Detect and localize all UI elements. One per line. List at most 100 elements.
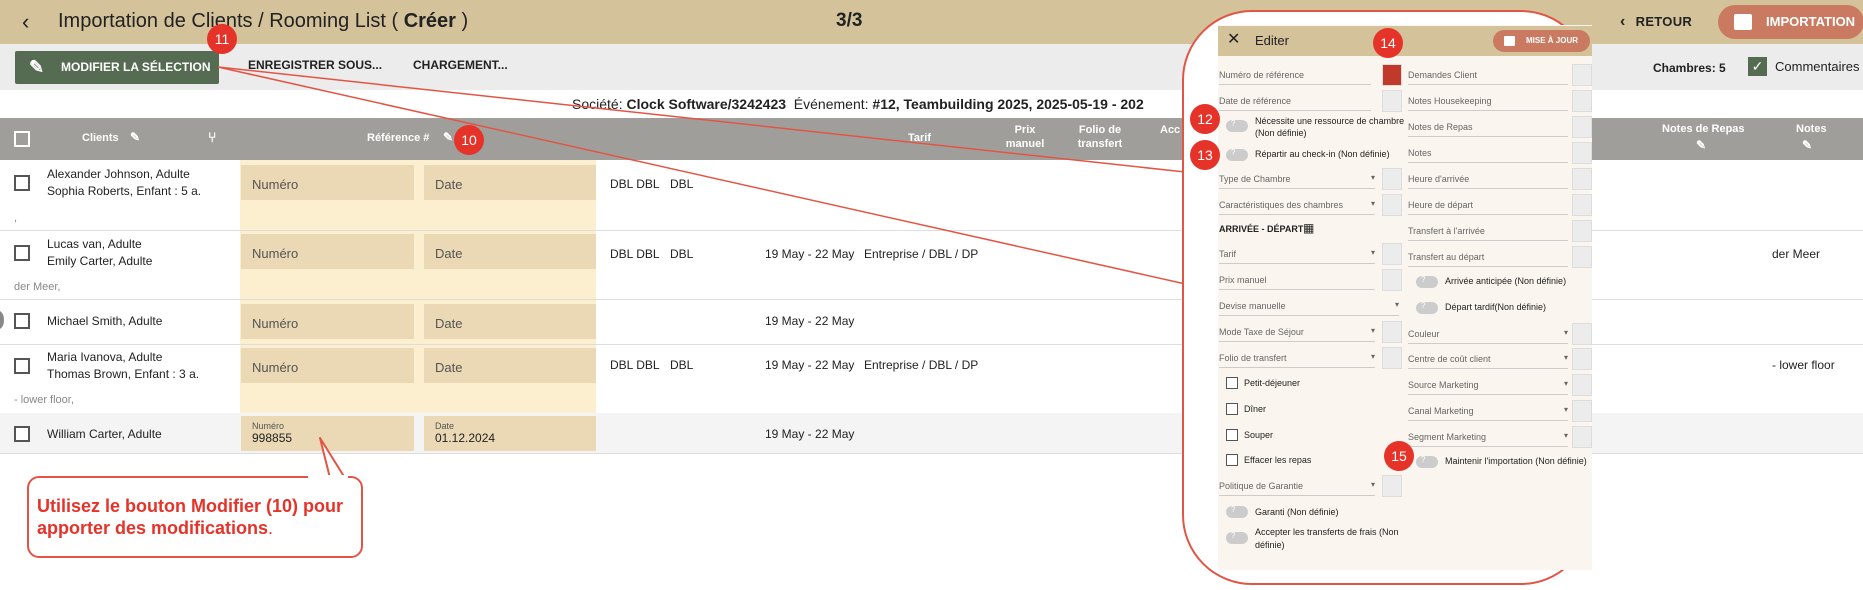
marker-15: 15 — [1384, 441, 1414, 471]
arrival-time-field[interactable]: Heure d'arrivée — [1408, 174, 1469, 184]
field-underline — [1219, 188, 1375, 189]
guaranteed-label: Garanti (Non définie) — [1255, 507, 1339, 517]
manual-currency-select[interactable]: Devise manuelle — [1219, 300, 1399, 311]
housekeeping-notes-field[interactable]: Notes Housekeeping — [1408, 96, 1492, 106]
ref-number-field[interactable]: Numéro de référence — [1219, 70, 1304, 80]
toggle-square[interactable] — [1572, 400, 1592, 422]
field-underline — [1219, 341, 1375, 342]
save-icon — [1504, 36, 1515, 46]
toggle-square[interactable] — [1572, 426, 1592, 448]
edit-panel-title: Editer — [1255, 33, 1289, 48]
rate-select[interactable]: Tarif — [1219, 248, 1375, 259]
field-underline — [1408, 394, 1568, 395]
toggle-square[interactable] — [1382, 347, 1402, 369]
accept-transfers-label: Accepter les transferts de frais (Non dé… — [1255, 527, 1399, 550]
lunch-checkbox[interactable] — [1226, 403, 1238, 415]
field-underline — [1408, 214, 1568, 215]
tax-mode-select[interactable]: Mode Taxe de Séjour — [1219, 326, 1375, 337]
client-requests-field[interactable]: Demandes Client — [1408, 70, 1477, 80]
question-toggle[interactable] — [1226, 119, 1248, 132]
toggle-square[interactable] — [1572, 90, 1592, 112]
callout-gap — [308, 475, 348, 479]
field-underline — [1219, 214, 1375, 215]
toggle-square[interactable] — [1382, 475, 1402, 497]
distribute-checkin-label: Répartir au check-in (Non définie) — [1255, 149, 1390, 159]
departure-transfer-field[interactable]: Transfert au départ — [1408, 252, 1484, 262]
clear-meals-checkbox[interactable] — [1226, 454, 1238, 466]
marketing-segment-select[interactable]: Segment Marketing — [1408, 431, 1568, 442]
field-underline — [1408, 162, 1568, 163]
ref-date-field[interactable]: Date de référence — [1219, 96, 1291, 106]
calendar-icon[interactable]: ▦ — [1303, 221, 1314, 235]
field-underline — [1408, 420, 1568, 421]
requires-room-resource-label: Nécessite une ressource de chambre (Non … — [1255, 116, 1405, 138]
field-underline — [1408, 136, 1568, 137]
late-departure-label: Départ tardif(Non définie) — [1445, 302, 1547, 312]
toggle-square[interactable] — [1382, 269, 1402, 291]
breakfast-checkbox[interactable] — [1226, 377, 1238, 389]
room-features-select[interactable]: Caractéristiques des chambres — [1219, 199, 1375, 210]
field-underline — [1219, 84, 1371, 85]
dinner-checkbox[interactable] — [1226, 429, 1238, 441]
field-underline — [1408, 188, 1568, 189]
field-underline — [1408, 446, 1568, 447]
field-underline — [1219, 110, 1371, 111]
field-underline — [1408, 110, 1568, 111]
notes-field[interactable]: Notes — [1408, 148, 1432, 158]
marker-14: 14 — [1373, 28, 1403, 58]
guarantee-policy-select[interactable]: Politique de Garantie — [1219, 480, 1375, 491]
toggle-square[interactable] — [1572, 168, 1592, 190]
meal-notes-field[interactable]: Notes de Repas — [1408, 122, 1473, 132]
question-toggle[interactable] — [1226, 505, 1248, 518]
toggle-square[interactable] — [1572, 246, 1592, 268]
marketing-channel-select[interactable]: Canal Marketing — [1408, 405, 1568, 416]
toggle-square[interactable] — [1572, 323, 1592, 345]
toggle-square[interactable] — [1572, 194, 1592, 216]
toggle-square[interactable] — [1382, 321, 1402, 343]
clear-meals-label: Effacer les repas — [1244, 455, 1312, 465]
question-toggle[interactable] — [1416, 275, 1438, 288]
manual-price-field[interactable]: Prix manuel — [1219, 275, 1267, 285]
toggle-square[interactable] — [1572, 64, 1592, 86]
arrival-departure-label: ARRIVÉE - DÉPART — [1219, 224, 1304, 234]
question-toggle[interactable] — [1226, 148, 1248, 161]
toggle-square[interactable] — [1572, 220, 1592, 242]
marker-11: 11 — [207, 24, 237, 54]
breakfast-label: Petit-déjeuner — [1244, 378, 1301, 388]
toggle-square[interactable] — [1382, 168, 1402, 190]
marketing-source-select[interactable]: Source Marketing — [1408, 379, 1568, 390]
field-underline — [1408, 240, 1568, 241]
question-toggle[interactable] — [1226, 531, 1248, 544]
toggle-square[interactable] — [1572, 374, 1592, 396]
toggle-square-active[interactable] — [1382, 64, 1402, 86]
field-underline — [1408, 266, 1568, 267]
field-underline — [1219, 263, 1375, 264]
arrival-transfer-field[interactable]: Transfert à l'arrivée — [1408, 226, 1485, 236]
toggle-square[interactable] — [1572, 348, 1592, 370]
marker-10: 10 — [454, 125, 484, 155]
field-underline — [1219, 315, 1399, 316]
toggle-square[interactable] — [1572, 116, 1592, 138]
question-toggle[interactable] — [1416, 455, 1438, 468]
field-underline — [1219, 289, 1375, 290]
close-icon[interactable]: ✕ — [1227, 29, 1240, 49]
toggle-square[interactable] — [1382, 243, 1402, 265]
question-toggle[interactable] — [1416, 301, 1438, 314]
field-underline — [1219, 367, 1375, 368]
color-select[interactable]: Couleur — [1408, 328, 1568, 339]
room-type-select[interactable]: Type de Chambre — [1219, 173, 1375, 184]
toggle-square[interactable] — [1382, 90, 1402, 112]
transfer-folio-select[interactable]: Folio de transfert — [1219, 352, 1375, 363]
field-underline — [1408, 84, 1568, 85]
lunch-label: Dîner — [1244, 404, 1267, 414]
departure-time-field[interactable]: Heure de départ — [1408, 200, 1473, 210]
cost-center-select[interactable]: Centre de coût client — [1408, 353, 1568, 364]
field-underline — [1408, 343, 1568, 344]
update-button[interactable]: MISE À JOUR — [1493, 30, 1590, 52]
field-underline — [1408, 368, 1568, 369]
toggle-square[interactable] — [1382, 194, 1402, 216]
toggle-square[interactable] — [1572, 142, 1592, 164]
update-button-label: MISE À JOUR — [1526, 36, 1579, 45]
field-underline — [1219, 495, 1375, 496]
marker-13: 13 — [1190, 140, 1220, 170]
